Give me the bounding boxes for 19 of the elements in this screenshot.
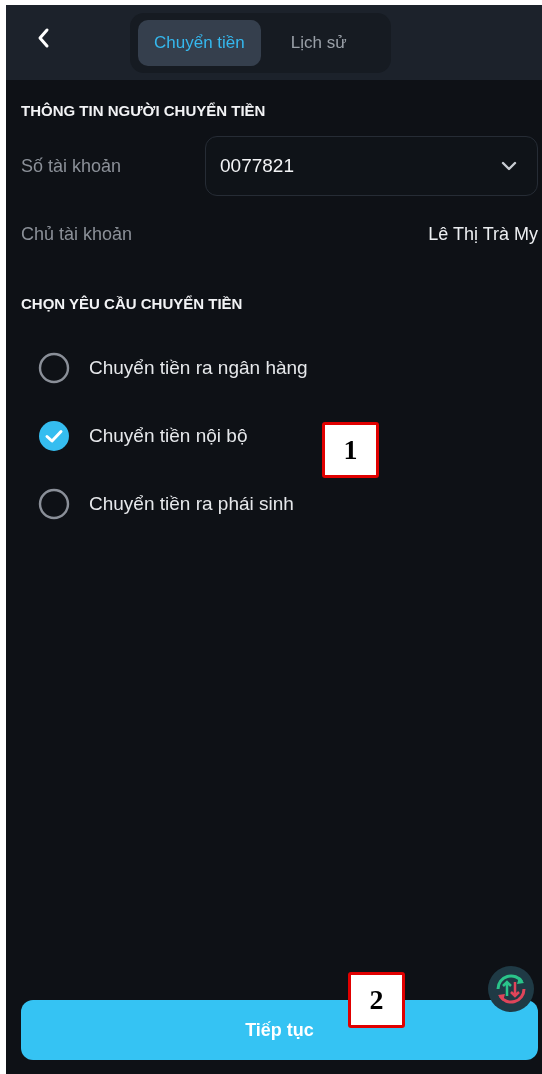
account-holder-name: Lê Thị Trà My [428, 224, 538, 245]
option-label[interactable]: Chuyển tiền ra phái sinh [89, 493, 294, 515]
callout-number: 2 [348, 972, 405, 1028]
radio-button[interactable] [38, 488, 70, 520]
option-label[interactable]: Chuyển tiền ra ngân hàng [89, 357, 308, 379]
back-icon[interactable] [36, 27, 50, 49]
account-dropdown[interactable]: 0077821 [205, 136, 538, 196]
section-title: THÔNG TIN NGƯỜI CHUYỂN TIỀN [21, 102, 266, 119]
chevron-down-icon [501, 161, 517, 171]
callout-number: 1 [322, 422, 379, 478]
field-label: Số tài khoản [21, 155, 122, 177]
field-label: Chủ tài khoản [21, 224, 133, 245]
tab[interactable]: Lịch sử [274, 19, 363, 66]
transfer-icon[interactable] [487, 965, 535, 1013]
option-label[interactable]: Chuyển tiền nội bộ [89, 425, 248, 447]
radio-button[interactable] [38, 352, 70, 384]
section-title: CHỌN YÊU CẦU CHUYỂN TIỀN [21, 295, 243, 312]
tab[interactable]: Chuyển tiền [138, 19, 261, 66]
radio-button[interactable] [38, 420, 70, 452]
